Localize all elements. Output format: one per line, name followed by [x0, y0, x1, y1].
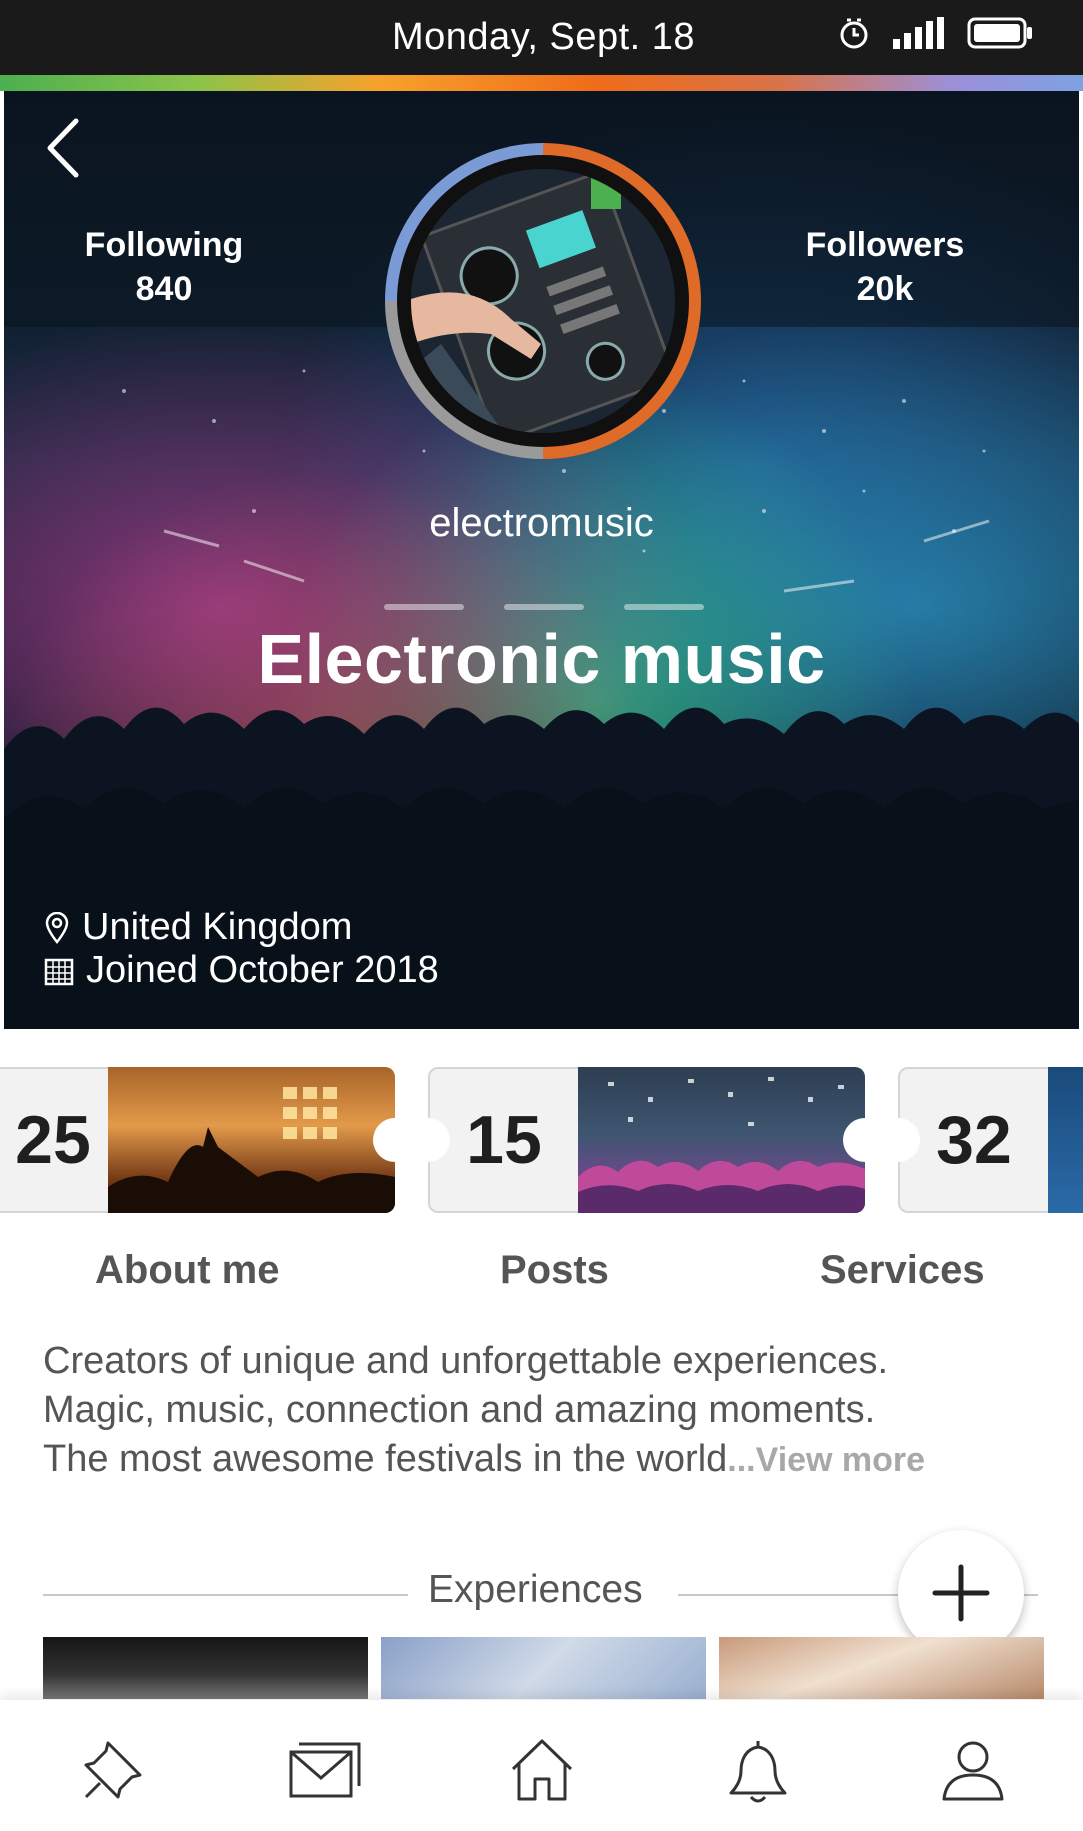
joined-row: Joined October 2018 [44, 949, 439, 992]
ticket-count: 32 [898, 1067, 1048, 1213]
nav-notifications[interactable] [718, 1730, 798, 1810]
experience-thumb[interactable] [43, 1637, 368, 1699]
bio-line: Magic, music, connection and amazing mom… [43, 1389, 876, 1431]
joined-text: Joined October 2018 [86, 949, 439, 991]
ticket-count: 25 [0, 1067, 108, 1213]
username: electromusic [429, 501, 654, 545]
bottom-nav [0, 1700, 1083, 1831]
confetti-crowd-image [578, 1067, 865, 1213]
experience-thumb[interactable] [381, 1637, 706, 1699]
concert-image [108, 1067, 395, 1213]
profile-tabs: About me Posts Services [0, 1248, 1083, 1298]
nav-pin[interactable] [73, 1730, 153, 1810]
title-divider [4, 604, 1079, 612]
ticket-services[interactable]: 32 [876, 1067, 1083, 1213]
mail-icon [289, 1742, 361, 1798]
ticket-posts[interactable]: 15 [406, 1067, 865, 1213]
signal-icon [893, 17, 944, 49]
status-icons [837, 16, 1033, 50]
back-icon[interactable] [40, 113, 90, 183]
tab-posts[interactable]: Posts [500, 1248, 609, 1293]
location-text: United Kingdom [82, 906, 353, 948]
nav-messages[interactable] [285, 1730, 365, 1810]
followers-label: Followers [805, 226, 965, 264]
tab-about-me[interactable]: About me [95, 1248, 279, 1293]
profile-title: Electronic music [257, 620, 826, 698]
bio-line: The most awesome festivals in the world.… [43, 1438, 926, 1480]
ticket-count: 15 [428, 1067, 578, 1213]
followers-count: 20k [856, 270, 914, 308]
battery-icon [967, 17, 1032, 49]
ticket-carousel[interactable]: 25 15 32 [0, 1067, 1083, 1217]
plus-icon [932, 1564, 990, 1622]
experiences-title: Experiences [428, 1568, 643, 1611]
view-more-link[interactable]: View more [756, 1441, 925, 1479]
bell-icon [729, 1741, 787, 1803]
avatar[interactable] [411, 169, 675, 433]
status-bar: Monday, Sept. 18 [0, 0, 1083, 75]
calendar-icon [44, 958, 74, 985]
ticket-about[interactable]: 25 [0, 1067, 395, 1213]
nav-profile[interactable] [933, 1730, 1013, 1810]
location-row: United Kingdom [44, 906, 352, 949]
status-date: Monday, Sept. 18 [392, 16, 696, 58]
pin-icon [84, 1741, 142, 1799]
home-icon [511, 1739, 573, 1801]
following-stat[interactable]: Following 840 [54, 223, 274, 311]
nav-home[interactable] [502, 1730, 582, 1810]
following-label: Following [84, 226, 244, 264]
tab-services[interactable]: Services [820, 1248, 985, 1293]
experiences-list [43, 1637, 1044, 1699]
dj-deck-image [411, 169, 675, 433]
profile-icon [942, 1741, 1004, 1801]
following-count: 840 [135, 270, 193, 308]
services-image [1048, 1067, 1083, 1213]
experience-thumb[interactable] [719, 1637, 1044, 1699]
bio-line: Creators of unique and unforgettable exp… [43, 1340, 888, 1382]
alarm-icon [840, 18, 868, 49]
bio-text: Creators of unique and unforgettable exp… [43, 1337, 1053, 1485]
followers-stat[interactable]: Followers 20k [760, 223, 1010, 311]
profile-hero: Following 840 Followers 20k electromusic… [4, 91, 1079, 1029]
location-pin-icon [45, 911, 69, 944]
experiences-header: Experiences [43, 1568, 1043, 1618]
accent-stripe [0, 75, 1083, 91]
avatar-ring [385, 143, 701, 459]
